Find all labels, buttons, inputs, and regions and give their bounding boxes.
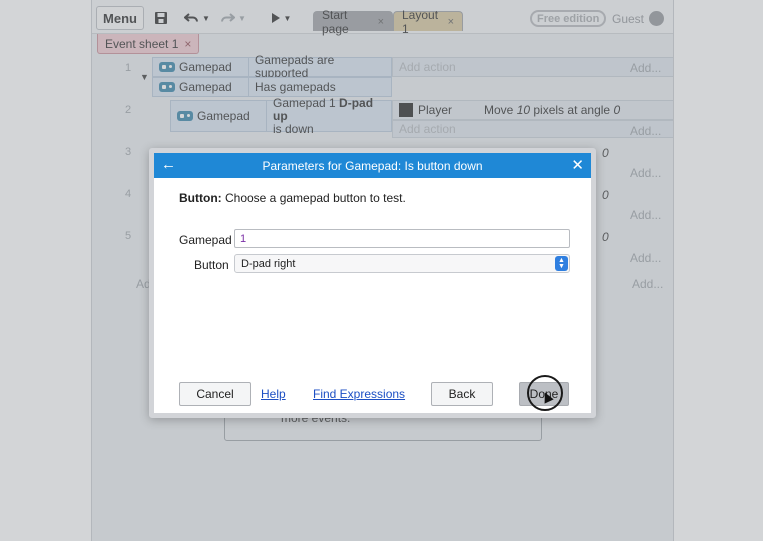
back-arrow-icon[interactable]: ← (161, 156, 176, 173)
gamepad-input[interactable] (234, 229, 570, 248)
select-arrows-icon: ▲ ▼ (555, 256, 568, 271)
cancel-button[interactable]: Cancel (179, 382, 251, 406)
find-expressions-link[interactable]: Find Expressions (313, 387, 405, 401)
gamepad-label: Gamepad (179, 233, 232, 247)
dialog-title: Parameters for Gamepad: Is button down (262, 158, 483, 173)
back-button[interactable]: Back (431, 382, 493, 406)
button-select-value: D-pad right (241, 257, 296, 270)
button-label: Button (194, 258, 229, 272)
parameter-name: Button: (179, 191, 222, 205)
parameter-description: Button: Choose a gamepad button to test. (179, 191, 406, 205)
parameter-help: Choose a gamepad button to test. (221, 191, 406, 205)
dialog-title-bar: ← Parameters for Gamepad: Is button down… (154, 153, 591, 178)
close-icon[interactable]: ✕ (571, 156, 584, 174)
parameters-dialog: ← Parameters for Gamepad: Is button down… (149, 148, 596, 418)
help-link[interactable]: Help (261, 387, 286, 401)
button-select[interactable]: D-pad right ▲ ▼ (234, 254, 570, 273)
